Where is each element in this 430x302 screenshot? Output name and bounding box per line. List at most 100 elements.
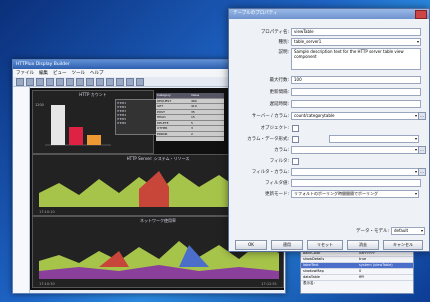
data-type-checkbox[interactable] xyxy=(292,136,299,143)
time-label: 17:12:51 xyxy=(261,282,277,286)
data-type-select[interactable] xyxy=(329,135,419,143)
filter-checkbox[interactable] xyxy=(292,158,299,165)
redo-icon[interactable] xyxy=(96,77,104,86)
bar-chart xyxy=(45,105,111,146)
description-input[interactable]: Sample description text for the HTTP ser… xyxy=(291,48,421,70)
delete-icon[interactable] xyxy=(76,77,84,86)
zoom-in-icon[interactable] xyxy=(106,77,114,86)
cell: 5 xyxy=(191,120,193,125)
zoom-out-icon[interactable] xyxy=(116,77,124,86)
column-browse-button[interactable]: … xyxy=(418,146,426,154)
data-table: Category Value REQUEST 460 GET 410 POST 35 … xyxy=(156,93,224,141)
table-row[interactable]: ERROR 2 xyxy=(156,131,224,137)
cut-icon[interactable] xyxy=(46,77,54,86)
cell: 460 xyxy=(191,98,197,103)
prop-key: showDetails xyxy=(303,257,325,261)
menu-view[interactable]: ビュー xyxy=(53,70,67,76)
prop-key: dataTable xyxy=(303,275,320,279)
column-header: Category xyxy=(157,93,171,97)
copy-icon[interactable] xyxy=(56,77,64,86)
cell: ERROR xyxy=(157,131,168,136)
data-model-select[interactable]: default xyxy=(391,227,425,235)
max-rows-input[interactable]: 100 xyxy=(291,76,421,84)
column-label: カラム: xyxy=(274,148,289,153)
open-icon[interactable] xyxy=(26,77,34,86)
property-subpanel: backColor 0xFFFFFF showDetails true labelT… xyxy=(300,250,414,294)
new-icon[interactable] xyxy=(16,77,24,86)
filter-column-select[interactable] xyxy=(291,168,419,176)
bar-3 xyxy=(87,135,101,145)
type-select[interactable]: table_server1 xyxy=(291,38,421,46)
menu-help[interactable]: ヘルプ xyxy=(90,70,104,76)
prop-value: system (viewTable) xyxy=(359,263,393,267)
subpanel-footer: 表示名: xyxy=(303,281,315,285)
type-label: 種別: xyxy=(278,40,289,45)
prop-value: 0 xyxy=(359,269,362,273)
properties-dialog: テーブルのプロパティ プロパティ名: viewTable 種別: table_s… xyxy=(228,8,430,252)
undo-icon[interactable] xyxy=(86,77,94,86)
interval-label: 更新間隔: xyxy=(269,90,289,95)
delay-input[interactable] xyxy=(291,100,421,108)
filter-column-browse-button[interactable]: … xyxy=(418,168,426,176)
align-icon[interactable] xyxy=(126,77,134,86)
cell: POST xyxy=(157,109,165,114)
legend-item: ITEM6 xyxy=(117,121,127,125)
cell: 35 xyxy=(191,109,195,114)
time-label: 17:10:30 xyxy=(39,282,55,286)
grid-icon[interactable] xyxy=(136,77,144,86)
data-model-label: データ・モデル: xyxy=(355,229,389,234)
update-mode-select[interactable]: リフォルトのポーリング時間間隔でポーリング xyxy=(291,190,419,198)
server-select[interactable]: count/categorytable xyxy=(291,112,419,120)
dialog-title-bar[interactable]: テーブルのプロパティ xyxy=(229,9,429,19)
object-label: オブジェクト: xyxy=(260,126,289,131)
bar-2 xyxy=(69,127,83,145)
update-mode-label: 更新モード: xyxy=(264,192,289,197)
dialog-title: テーブルのプロパティ xyxy=(233,11,278,16)
cell: GET xyxy=(157,104,164,108)
object-checkbox[interactable] xyxy=(292,125,299,132)
filter-value-input[interactable] xyxy=(291,179,421,187)
cell: REQUEST xyxy=(157,98,172,103)
cell: OTHER xyxy=(157,126,168,130)
panel1-title: HTTP カウント xyxy=(79,92,107,97)
prop-key: labelText xyxy=(303,263,319,267)
apply-button[interactable]: 適用 xyxy=(271,240,303,250)
y-max-label: 1200 xyxy=(35,103,44,107)
ok-button[interactable]: OK xyxy=(235,240,267,250)
reset-button[interactable]: リセット xyxy=(307,240,343,250)
menu-tools[interactable]: ツール xyxy=(72,70,86,76)
filter-column-label: フィルタ・カラム: xyxy=(251,170,289,175)
bar-1 xyxy=(51,105,65,145)
cell: HEAD xyxy=(157,115,166,119)
clear-button[interactable]: 消去 xyxy=(347,240,379,250)
time-label: 17:10:10 xyxy=(39,210,55,214)
server-label: サーバー / カラム: xyxy=(251,114,289,119)
paste-icon[interactable] xyxy=(66,77,74,86)
column-header: Value xyxy=(191,93,200,97)
cell: 410 xyxy=(191,104,197,108)
column-select[interactable] xyxy=(291,146,419,154)
cancel-button[interactable]: キャンセル xyxy=(383,240,423,250)
component-tree[interactable] xyxy=(13,87,30,293)
data-type-label: カラム・データ形式: xyxy=(247,137,289,142)
prop-value: ffff xyxy=(359,275,364,279)
cell: DELETE xyxy=(157,120,169,125)
menu-edit[interactable]: 編集 xyxy=(39,70,48,76)
server-browse-button[interactable]: … xyxy=(418,112,426,120)
filter-value-label: フィルタ値: xyxy=(265,181,289,186)
property-name-label: プロパティ名: xyxy=(260,30,289,35)
prop-key: shadowMap xyxy=(303,269,324,273)
chart-legend: ITEM1 ITEM2 ITEM3 ITEM4 ITEM5 ITEM6 xyxy=(115,99,157,135)
interval-input[interactable] xyxy=(291,88,421,96)
cell: 2 xyxy=(191,131,193,136)
http-count-panel: HTTP カウント 1200 ITEM1 ITEM2 ITEM3 ITEM4 I… xyxy=(32,90,224,154)
description-label: 説明: xyxy=(278,50,289,55)
filter-label: フィルタ: xyxy=(269,159,289,164)
max-rows-label: 最大行数: xyxy=(269,78,289,83)
close-icon[interactable] xyxy=(415,10,427,19)
menu-file[interactable]: ファイル xyxy=(16,70,34,76)
cell: 15 xyxy=(191,115,195,119)
save-icon[interactable] xyxy=(36,77,44,86)
property-name-input[interactable]: viewTable xyxy=(291,28,421,36)
delay-label: 遅延時間: xyxy=(269,102,289,107)
